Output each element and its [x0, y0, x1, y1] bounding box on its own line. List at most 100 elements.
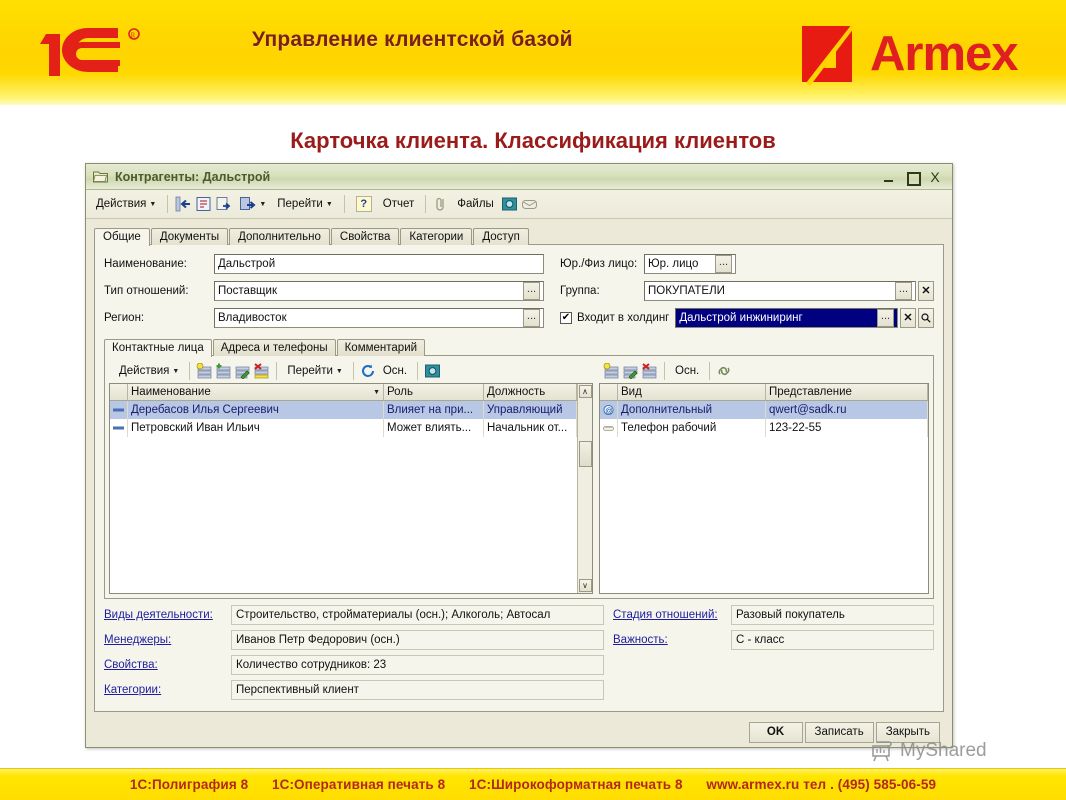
- tab-obshchie[interactable]: Общие: [94, 228, 150, 246]
- delete-row-icon[interactable]: [641, 363, 658, 379]
- contacts-block: Контактные лица Адреса и телефоны Коммен…: [104, 337, 934, 599]
- table-row[interactable]: Петровский Иван Ильич Может влиять... На…: [110, 419, 577, 437]
- relationship-stage-link[interactable]: Стадия отношений:: [613, 609, 731, 621]
- goto-menu-button[interactable]: Перейти ▼: [273, 196, 337, 212]
- contact-info-toolbar: Осн.: [593, 362, 733, 380]
- categories-value: Перспективный клиент: [231, 680, 604, 700]
- maximize-button[interactable]: [905, 170, 921, 186]
- table-row[interactable]: @ Дополнительный qwert@sadk.ru: [600, 401, 928, 419]
- link-icon[interactable]: [716, 363, 733, 379]
- chevron-down-icon: ▼: [335, 367, 343, 375]
- contact-info-table-body: @ Дополнительный qwert@sadk.ru Телефон р…: [600, 401, 928, 593]
- activity-types-link[interactable]: Виды деятельности:: [104, 609, 231, 621]
- files-label: Файлы: [457, 198, 494, 210]
- holding-clear-button[interactable]: ✕: [900, 307, 916, 328]
- contacts-goto-label: Перейти: [287, 365, 333, 377]
- tab-dostup[interactable]: Доступ: [473, 228, 529, 245]
- cell-name: Петровский Иван Ильич: [128, 419, 384, 437]
- inner-tab-kommentariy[interactable]: Комментарий: [336, 339, 426, 356]
- add-row-icon[interactable]: [196, 363, 213, 379]
- field-row-holding: ✔ Входит в холдинг Дальстрой инжиниринг …: [560, 306, 934, 329]
- field-row-entity-type: Юр./Физ лицо: Юр. лицо ...: [560, 252, 934, 275]
- save-button[interactable]: Записать: [804, 721, 874, 743]
- contacts-main-button[interactable]: Осн.: [379, 363, 411, 379]
- structure-icon[interactable]: [195, 196, 212, 212]
- photo-icon[interactable]: [501, 196, 518, 212]
- help-button[interactable]: ?: [352, 194, 376, 214]
- entity-type-picker-button[interactable]: ...: [715, 254, 732, 273]
- properties-link[interactable]: Свойства:: [104, 659, 231, 671]
- table-row[interactable]: Деребасов Илья Сергеевич Влияет на при..…: [110, 401, 577, 419]
- move-dropdown-button[interactable]: ▼: [235, 194, 270, 214]
- entity-type-input[interactable]: Юр. лицо ...: [644, 253, 736, 274]
- chevron-down-icon: ▼: [259, 200, 267, 208]
- report-button[interactable]: Отчет: [379, 196, 419, 212]
- scroll-up-icon[interactable]: ∧: [578, 385, 592, 398]
- relation-type-value: Поставщик: [218, 284, 277, 297]
- region-picker-button[interactable]: ...: [523, 308, 540, 327]
- tab-dokumenty[interactable]: Документы: [150, 228, 229, 245]
- contacts-actions-menu-button[interactable]: Действия ▼: [115, 363, 183, 379]
- categories-link[interactable]: Категории:: [104, 684, 231, 696]
- cell-kind: Телефон рабочий: [618, 419, 766, 437]
- contacts-goto-menu-button[interactable]: Перейти ▼: [283, 363, 347, 379]
- column-header-name[interactable]: Наименование ▼: [128, 384, 384, 400]
- toolbar-divider: [709, 362, 711, 380]
- paperclip-icon[interactable]: [433, 196, 450, 212]
- banner-title: Управление клиентской базой: [252, 28, 573, 51]
- region-label: Регион:: [104, 311, 145, 324]
- holding-search-button[interactable]: [918, 307, 934, 328]
- scrollbar-thumb[interactable]: [578, 441, 592, 467]
- column-header-role[interactable]: Роль: [384, 384, 484, 400]
- copy-icon[interactable]: [215, 196, 232, 212]
- goto-menu-label: Перейти: [277, 198, 323, 210]
- table-row[interactable]: Телефон рабочий 123-22-55: [600, 419, 928, 437]
- add-copy-icon[interactable]: [215, 363, 232, 379]
- tab-dopolnitelno[interactable]: Дополнительно: [229, 228, 330, 245]
- grids-area: Наименование ▼ Роль Должность Деребасов …: [109, 383, 929, 594]
- group-picker-button[interactable]: ...: [895, 281, 912, 300]
- toolbar-divider: [425, 195, 427, 213]
- holding-input[interactable]: Дальстрой инжиниринг ...: [675, 307, 898, 328]
- column-header-kind[interactable]: Вид: [618, 384, 766, 400]
- actions-menu-button[interactable]: Действия ▼: [92, 196, 160, 212]
- scroll-down-icon[interactable]: ∨: [578, 579, 592, 592]
- holding-checkbox[interactable]: ✔: [560, 311, 572, 324]
- inner-tab-kontaktnye-lica[interactable]: Контактные лица: [104, 339, 212, 357]
- files-button[interactable]: Файлы: [453, 196, 498, 212]
- relation-type-picker-button[interactable]: ...: [523, 281, 540, 300]
- contact-info-main-button[interactable]: Осн.: [671, 363, 703, 379]
- inner-tab-adresa-i-telefony[interactable]: Адреса и телефоны: [212, 339, 336, 356]
- close-button[interactable]: X: [928, 170, 942, 184]
- tab-svoystva[interactable]: Свойства: [330, 228, 400, 245]
- left-form-column: Наименование: Дальстрой Тип отношений: П…: [104, 252, 544, 333]
- envelope-icon[interactable]: [521, 196, 538, 212]
- edit-row-icon[interactable]: [234, 363, 251, 379]
- refresh-icon[interactable]: [360, 363, 377, 379]
- group-clear-button[interactable]: ✕: [918, 280, 934, 301]
- ok-button[interactable]: OK: [748, 721, 803, 743]
- phone-icon: [600, 419, 618, 437]
- move-icon[interactable]: [239, 196, 256, 212]
- mail-icon[interactable]: [424, 363, 441, 379]
- importance-link[interactable]: Важность:: [613, 634, 731, 646]
- properties-value: Количество сотрудников: 23: [231, 655, 604, 675]
- application-window: Контрагенты: Дальстрой X Действия ▼ ▼ Пе…: [85, 163, 953, 748]
- contacts-table: Наименование ▼ Роль Должность Деребасов …: [109, 383, 593, 594]
- holding-picker-button[interactable]: ...: [877, 308, 894, 327]
- column-header-representation[interactable]: Представление: [766, 384, 928, 400]
- cell-role: Может влиять...: [384, 419, 484, 437]
- back-arrow-icon[interactable]: [175, 196, 192, 212]
- contacts-table-scrollbar[interactable]: ∧ ∨: [577, 384, 592, 593]
- add-row-icon[interactable]: [603, 363, 620, 379]
- region-input[interactable]: Владивосток ...: [214, 307, 544, 328]
- tab-kategorii[interactable]: Категории: [400, 228, 473, 245]
- delete-row-icon[interactable]: [253, 363, 270, 379]
- group-input[interactable]: ПОКУПАТЕЛИ ...: [644, 280, 916, 301]
- minimize-button[interactable]: [882, 170, 896, 184]
- managers-link[interactable]: Менеджеры:: [104, 634, 231, 646]
- name-input[interactable]: Дальстрой: [214, 253, 544, 274]
- relation-type-input[interactable]: Поставщик ...: [214, 280, 544, 301]
- column-header-position[interactable]: Должность: [484, 384, 577, 400]
- edit-row-icon[interactable]: [622, 363, 639, 379]
